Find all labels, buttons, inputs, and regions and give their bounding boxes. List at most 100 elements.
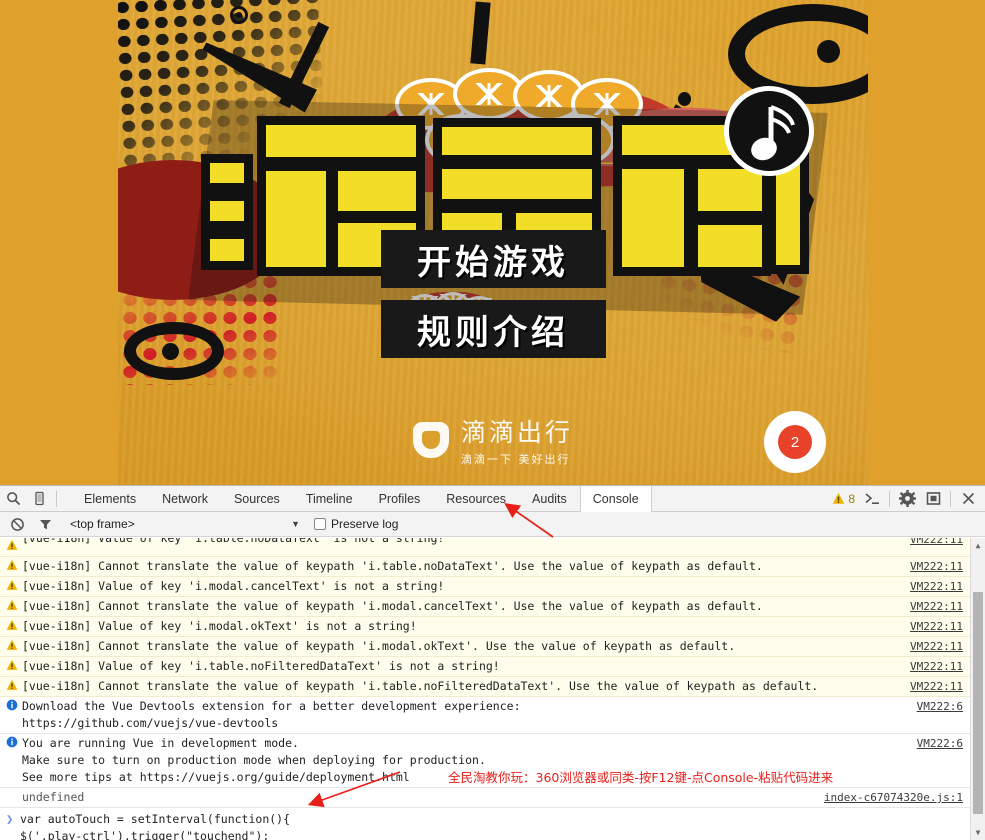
didi-brand-lockup: 滴滴出行 滴滴一下 美好出行 — [412, 413, 574, 467]
chevron-down-icon: ▼ — [291, 519, 300, 529]
title-glyph-3-stroke — [698, 225, 762, 267]
ring-dot-top-right — [817, 40, 840, 63]
tab-sources[interactable]: Sources — [221, 486, 293, 511]
title-glyph-2-stroke — [442, 127, 592, 155]
console-message-text: [vue-i18n] Cannot translate the value of… — [22, 559, 763, 573]
devtools-toolbar: Elements Network Sources Timeline Profil… — [0, 486, 985, 512]
console-message-text: [vue-i18n] Cannot translate the value of… — [22, 679, 819, 693]
no-icon — [6, 790, 22, 805]
title-glyph-1-stroke — [266, 171, 326, 267]
warning-icon — [6, 579, 22, 594]
game-page: 开始游戏 规则介绍 滴滴出行 滴滴一下 美好出行 2 — [0, 0, 985, 485]
console-scrollbar[interactable]: ▲ ▼ — [970, 538, 985, 840]
start-game-button[interactable]: 开始游戏 — [380, 230, 606, 288]
tab-timeline[interactable]: Timeline — [293, 486, 366, 511]
tab-resources[interactable]: Resources — [433, 486, 519, 511]
filter-icon[interactable] — [32, 512, 58, 537]
gear-icon[interactable] — [894, 486, 920, 511]
scroll-up-arrow-icon[interactable]: ▲ — [971, 538, 985, 553]
console-message[interactable]: [vue-i18n] Cannot translate the value of… — [0, 597, 985, 617]
warning-icon — [6, 559, 22, 574]
tab-elements[interactable]: Elements — [71, 486, 149, 511]
preserve-log-toggle[interactable]: Preserve log — [314, 517, 398, 531]
console-message-source[interactable]: VM222:11 — [910, 618, 963, 635]
console-prompt-icon[interactable] — [859, 486, 885, 511]
console-message-text: [vue-i18n] Value of key 'i.table.noFilte… — [22, 659, 500, 673]
title-glyph-1-stroke — [210, 163, 244, 183]
console-message-source[interactable]: VM222:11 — [910, 658, 963, 675]
warning-icon — [6, 619, 22, 634]
console-prompt[interactable]: ❯ var autoTouch = setInterval(function()… — [0, 808, 985, 840]
title-glyph-3-stroke — [698, 169, 762, 211]
toolbar-divider — [56, 490, 57, 507]
music-note-icon[interactable] — [724, 86, 814, 176]
music-note-glyph — [751, 105, 795, 161]
tab-console[interactable]: Console — [579, 486, 652, 512]
console-message-source[interactable]: VM222:11 — [910, 558, 963, 575]
devtools-tabs: Elements Network Sources Timeline Profil… — [71, 486, 652, 512]
execution-context-select[interactable]: <top frame> ▼ — [70, 517, 300, 531]
warning-icon — [6, 599, 22, 614]
search-icon[interactable] — [0, 486, 26, 511]
console-message-source[interactable]: VM222:11 — [910, 578, 963, 595]
close-icon[interactable] — [955, 486, 981, 511]
game-banner: 开始游戏 规则介绍 滴滴出行 滴滴一下 美好出行 2 — [118, 0, 868, 485]
didi-brand-name: 滴滴出行 — [460, 418, 574, 447]
devtools-panel: Elements Network Sources Timeline Profil… — [0, 485, 985, 840]
device-toggle-icon[interactable] — [26, 486, 52, 511]
title-glyph-3-stroke — [622, 169, 684, 267]
small-ring-dot — [236, 12, 242, 18]
title-glyph-1-stroke — [338, 171, 416, 211]
scroll-down-arrow-icon[interactable]: ▼ — [971, 825, 985, 840]
devtools-toolbar-right: 8 — [828, 486, 981, 511]
clear-console-icon[interactable] — [4, 512, 30, 537]
tab-audits[interactable]: Audits — [519, 486, 580, 511]
tab-network[interactable]: Network — [149, 486, 221, 511]
warning-icon — [6, 679, 22, 694]
console-message[interactable]: [vue-i18n] Value of key 'i.modal.cancelT… — [0, 577, 985, 597]
console-message[interactable]: Download the Vue Devtools extension for … — [0, 697, 985, 734]
title-glyph-1-stroke — [266, 125, 416, 157]
console-message-text: [vue-i18n] Value of key 'i.modal.cancelT… — [22, 579, 445, 593]
console-message-source[interactable]: index-c67074320e.js:1 — [824, 789, 963, 806]
console-message-source[interactable]: VM222:6 — [917, 698, 963, 715]
annotation-instruction: 全民淘教你玩：360浏览器或同类-按F12键-点Console-粘贴代码进来 — [448, 770, 834, 785]
didi-brand-tagline: 滴滴一下 美好出行 — [460, 453, 571, 466]
console-message[interactable]: [vue-i18n] Cannot translate the value of… — [0, 557, 985, 577]
preserve-log-checkbox[interactable] — [314, 518, 326, 530]
console-message[interactable]: [vue-i18n] Value of key 'i.table.noFilte… — [0, 657, 985, 677]
game-buttons: 开始游戏 规则介绍 — [363, 230, 623, 370]
console-input[interactable]: var autoTouch = setInterval(function(){ … — [20, 811, 290, 840]
console-message-source[interactable]: VM222:11 — [910, 538, 963, 548]
count-badge[interactable]: 2 — [764, 411, 826, 473]
warning-icon — [6, 539, 22, 554]
console-message-source[interactable]: VM222:6 — [917, 735, 963, 752]
tab-profiles[interactable]: Profiles — [366, 486, 434, 511]
scrollbar-thumb[interactable] — [973, 592, 983, 814]
info-icon — [6, 736, 22, 751]
console-message[interactable]: [vue-i18n] Value of key 'i.table.noDataT… — [0, 538, 985, 557]
toolbar-divider-right — [889, 490, 890, 507]
console-message[interactable]: undefined index-c67074320e.js:1 — [0, 788, 985, 808]
console-message-source[interactable]: VM222:11 — [910, 638, 963, 655]
title-glyph-1-stroke — [210, 201, 244, 221]
console-message[interactable]: [vue-i18n] Value of key 'i.modal.okText'… — [0, 617, 985, 637]
console-message-text: [vue-i18n] Cannot translate the value of… — [22, 599, 763, 613]
console-message-text: [vue-i18n] Value of key 'i.modal.okText'… — [22, 619, 417, 633]
rules-intro-button[interactable]: 规则介绍 — [380, 300, 606, 358]
dock-position-icon[interactable] — [920, 486, 946, 511]
warning-count-indicator[interactable]: 8 — [828, 492, 859, 506]
start-game-label: 开始游戏 — [417, 242, 569, 283]
console-message-list[interactable]: [vue-i18n] Value of key 'i.table.noDataT… — [0, 538, 985, 840]
console-message[interactable]: [vue-i18n] Cannot translate the value of… — [0, 677, 985, 697]
console-message-text: Download the Vue Devtools extension for … — [22, 699, 521, 730]
prompt-arrow-icon: ❯ — [6, 812, 14, 826]
ring-dot-bottom-left — [162, 343, 179, 360]
console-message-source[interactable]: VM222:11 — [910, 678, 963, 695]
console-message-source[interactable]: VM222:11 — [910, 598, 963, 615]
preserve-log-label: Preserve log — [331, 517, 399, 531]
warning-count-value: 8 — [848, 491, 855, 506]
console-message[interactable]: [vue-i18n] Cannot translate the value of… — [0, 637, 985, 657]
toolbar-divider-close — [950, 490, 951, 507]
didi-logo-icon — [412, 422, 449, 458]
